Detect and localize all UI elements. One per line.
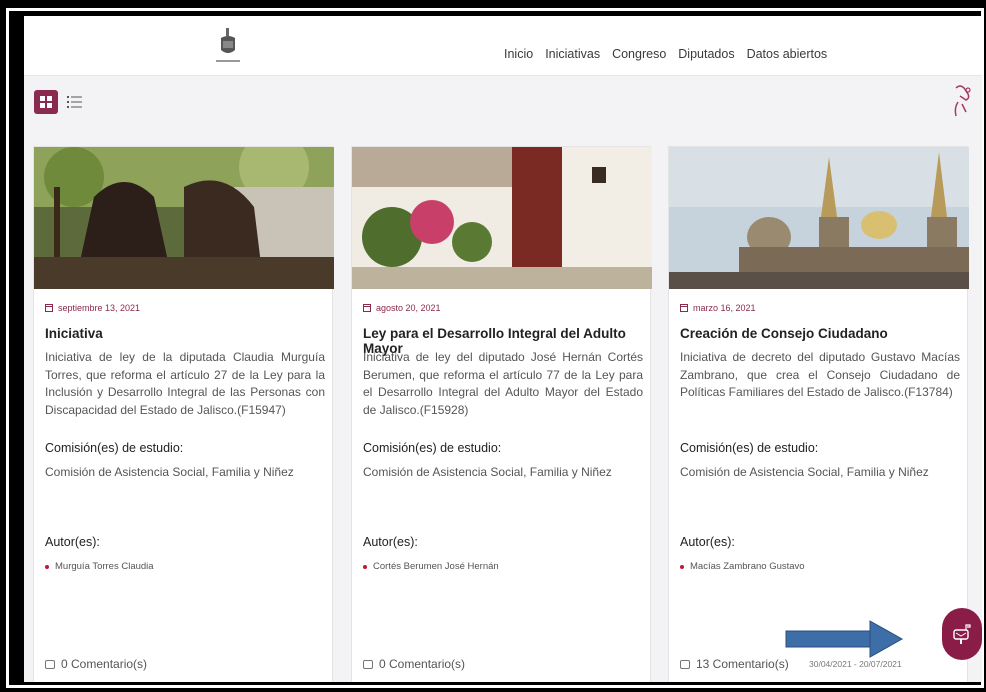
comments-link[interactable]: 0 Comentario(s) (45, 657, 147, 671)
nav-item-diputados[interactable]: Diputados (678, 47, 734, 61)
commission-label: Comisión(es) de estudio: (45, 441, 184, 455)
page: Inicio Iniciativas Congreso Diputados Da… (24, 16, 982, 682)
comments-link[interactable]: 13 Comentario(s) (680, 657, 789, 671)
calendar-icon (363, 304, 371, 312)
commission-label: Comisión(es) de estudio: (363, 441, 502, 455)
author-item: Macías Zambrano Gustavo (680, 561, 805, 572)
comment-icon (680, 659, 690, 669)
nav-item-datos-abiertos[interactable]: Datos abiertos (747, 47, 828, 61)
authors-label: Autor(es): (680, 535, 735, 549)
author-name: Murguía Torres Claudia (55, 561, 154, 572)
commission-value: Comisión de Asistencia Social, Familia y… (680, 465, 929, 479)
bullet-icon (363, 564, 367, 569)
card-date: marzo 16, 2021 (680, 303, 756, 313)
arrow-right-icon (785, 620, 904, 658)
card-date: septiembre 13, 2021 (45, 303, 140, 313)
comment-icon (363, 659, 373, 669)
bullet-icon (680, 564, 684, 569)
congress-logo[interactable] (212, 26, 244, 68)
initiative-card[interactable]: septiembre 13, 2021 Iniciativa Iniciativ… (33, 146, 334, 682)
card-date-text: septiembre 13, 2021 (58, 303, 141, 313)
commission-label: Comisión(es) de estudio: (680, 441, 819, 455)
mailbox-button[interactable] (942, 608, 982, 660)
author-name: Macías Zambrano Gustavo (690, 561, 805, 572)
initiative-card[interactable]: marzo 16, 2021 Creación de Consejo Ciuda… (668, 146, 969, 682)
mailbox-icon (953, 624, 971, 644)
card-description: Iniciativa de ley del diputado José Hern… (363, 350, 643, 417)
card-title[interactable]: Iniciativa (45, 326, 325, 341)
list-view-icon[interactable] (66, 93, 84, 111)
authors-label: Autor(es): (363, 535, 418, 549)
date-range: 30/04/2021 - 20/07/2021 (809, 659, 902, 669)
comments-count: 0 Comentario(s) (61, 657, 148, 671)
card-title[interactable]: Creación de Consejo Ciudadano (680, 326, 960, 341)
nav-item-congreso[interactable]: Congreso (612, 47, 666, 61)
card-description: Iniciativa de ley de la diputada Claudia… (45, 350, 325, 417)
card-image (34, 147, 334, 289)
bullet-icon (45, 564, 49, 569)
card-description: Iniciativa de decreto del diputado Gusta… (680, 350, 960, 399)
commission-value: Comisión de Asistencia Social, Familia y… (363, 465, 612, 479)
gesture-icon[interactable] (946, 82, 978, 124)
initiative-card[interactable]: agosto 20, 2021 Ley para el Desarrollo I… (351, 146, 652, 682)
commission-value: Comisión de Asistencia Social, Familia y… (45, 465, 294, 479)
nav-item-iniciativas[interactable]: Iniciativas (545, 47, 600, 61)
comments-link[interactable]: 0 Comentario(s) (363, 657, 465, 671)
grid-view-button[interactable] (34, 90, 58, 114)
authors-label: Autor(es): (45, 535, 100, 549)
card-date: agosto 20, 2021 (363, 303, 441, 313)
card-image (352, 147, 652, 289)
author-item: Murguía Torres Claudia (45, 561, 154, 572)
card-image (669, 147, 969, 289)
comment-icon (45, 659, 55, 669)
card-date-text: marzo 16, 2021 (693, 303, 756, 313)
comments-count: 0 Comentario(s) (379, 657, 466, 671)
calendar-icon (45, 304, 53, 312)
main-nav: Inicio Iniciativas Congreso Diputados Da… (504, 47, 827, 61)
site-header: Inicio Iniciativas Congreso Diputados Da… (24, 16, 982, 76)
card-date-text: agosto 20, 2021 (376, 303, 441, 313)
comments-count: 13 Comentario(s) (696, 657, 789, 671)
grid-view-icon (40, 96, 52, 108)
calendar-icon (680, 304, 688, 312)
author-name: Cortés Berumen José Hernán (373, 561, 499, 572)
nav-item-inicio[interactable]: Inicio (504, 47, 533, 61)
author-item: Cortés Berumen José Hernán (363, 561, 499, 572)
